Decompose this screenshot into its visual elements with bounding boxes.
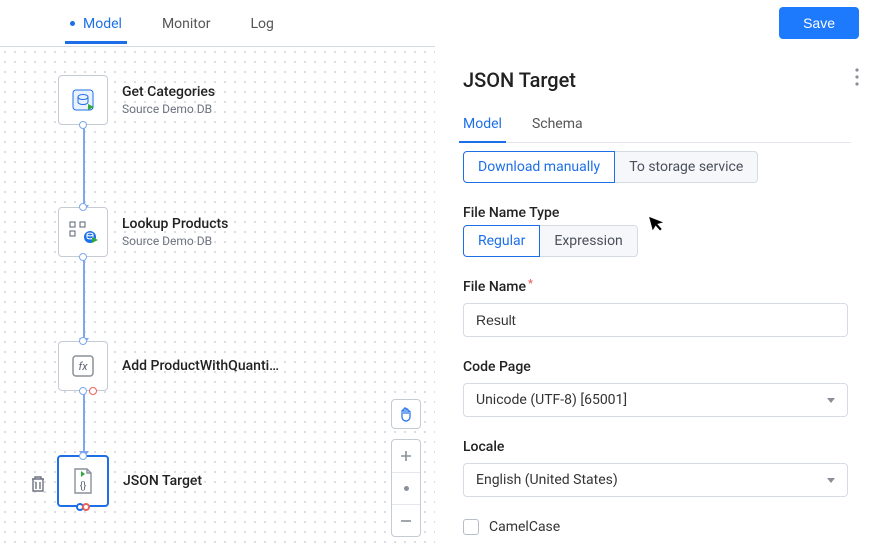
zoom-reset-button[interactable] <box>392 472 420 504</box>
flow-edge <box>83 260 85 338</box>
input-port[interactable] <box>79 337 87 345</box>
plus-icon <box>399 449 413 463</box>
save-button[interactable]: Save <box>779 7 859 39</box>
zoom-out-button[interactable] <box>392 504 420 536</box>
camelcase-checkbox[interactable] <box>463 519 479 535</box>
download-mode-segment: Download manually To storage service <box>463 151 758 183</box>
node-text: JSON Target <box>123 473 202 489</box>
topbar: Model Monitor Log Save <box>0 0 879 46</box>
download-manually-option[interactable]: Download manually <box>463 151 615 183</box>
file-name-type-expression[interactable]: Expression <box>539 225 637 257</box>
top-tab-model[interactable]: Model <box>70 4 122 42</box>
error-port[interactable] <box>82 503 90 511</box>
panel-tab-schema[interactable]: Schema <box>532 106 583 142</box>
dot-icon <box>404 486 409 491</box>
required-asterisk: * <box>528 277 533 290</box>
flow-node-json-target[interactable]: {} JSON Target <box>57 455 202 507</box>
node-title: Add ProductWithQuanti… <box>122 358 279 374</box>
node-title: Lookup Products <box>122 216 228 232</box>
output-port[interactable] <box>79 253 87 261</box>
node-text: Get Categories Source Demo DB <box>122 84 215 116</box>
chevron-down-icon <box>827 398 835 403</box>
file-name-type-regular[interactable]: Regular <box>463 225 540 257</box>
top-tabs: Model Monitor Log <box>70 4 274 42</box>
svg-text:fx: fx <box>78 360 88 373</box>
json-file-icon: {} <box>71 467 95 495</box>
chevron-down-icon <box>827 478 835 483</box>
panel-title: JSON Target <box>463 68 851 92</box>
file-name-input[interactable] <box>463 303 848 337</box>
trash-icon <box>30 475 46 493</box>
node-subtitle: Source Demo DB <box>122 102 215 116</box>
node-subtitle: Source Demo DB <box>122 234 228 248</box>
flow-node-lookup-products[interactable]: Lookup Products Source Demo DB <box>58 207 228 257</box>
camelcase-row[interactable]: CamelCase <box>463 519 851 535</box>
flow-node-add-product[interactable]: fx Add ProductWithQuanti… <box>58 341 279 391</box>
flow-canvas[interactable]: Get Categories Source Demo DB <box>0 46 435 551</box>
hand-icon <box>398 406 414 422</box>
locale-select[interactable]: English (United States) <box>463 463 848 497</box>
locale-label: Locale <box>463 439 851 455</box>
top-tab-log[interactable]: Log <box>250 4 273 42</box>
node-box <box>58 207 108 257</box>
top-tab-label: Monitor <box>162 16 211 32</box>
output-port[interactable] <box>79 121 87 129</box>
code-page-select[interactable]: Unicode (UTF-8) [65001] <box>463 383 848 417</box>
delete-node-button[interactable] <box>30 475 46 493</box>
top-tab-label: Model <box>83 16 122 32</box>
error-port[interactable] <box>89 387 97 395</box>
zoom-in-button[interactable] <box>392 440 420 472</box>
pan-tool-button[interactable] <box>391 399 421 429</box>
properties-panel: JSON Target Model Schema Download manual… <box>435 46 879 551</box>
kebab-icon <box>855 68 859 86</box>
node-title: Get Categories <box>122 84 215 100</box>
flow-edge <box>83 127 85 205</box>
top-tab-label: Log <box>250 16 273 32</box>
node-text: Add ProductWithQuanti… <box>122 358 279 374</box>
code-page-label: Code Page <box>463 359 851 375</box>
flow-edge <box>83 393 85 451</box>
svg-text:{}: {} <box>80 480 87 492</box>
panel-tabs: Model Schema <box>463 106 851 143</box>
select-value: Unicode (UTF-8) [65001] <box>476 392 627 408</box>
flow-node-get-categories[interactable]: Get Categories Source Demo DB <box>58 75 215 125</box>
node-title: JSON Target <box>123 473 202 489</box>
output-port[interactable] <box>79 387 87 395</box>
node-text: Lookup Products Source Demo DB <box>122 216 228 248</box>
file-name-type-segment: Regular Expression <box>463 225 638 257</box>
label-text: File Name <box>463 279 526 295</box>
input-port[interactable] <box>79 203 87 211</box>
node-box <box>58 75 108 125</box>
zoom-controls <box>391 439 421 537</box>
node-box: {} <box>57 455 109 507</box>
camelcase-label: CamelCase <box>489 519 560 535</box>
minus-icon <box>399 514 413 528</box>
top-tab-monitor[interactable]: Monitor <box>162 4 211 42</box>
input-port[interactable] <box>79 452 87 460</box>
to-storage-service-option[interactable]: To storage service <box>614 151 758 183</box>
select-value: English (United States) <box>476 472 618 488</box>
database-source-icon <box>70 87 96 113</box>
panel-tab-model[interactable]: Model <box>463 106 502 142</box>
main: Get Categories Source Demo DB <box>0 46 879 551</box>
lookup-icon <box>68 219 98 245</box>
file-name-label: File Name* <box>463 279 851 295</box>
unsaved-dot-icon <box>70 21 75 26</box>
panel-menu-button[interactable] <box>855 68 859 86</box>
fx-icon: fx <box>71 354 95 378</box>
node-box: fx <box>58 341 108 391</box>
